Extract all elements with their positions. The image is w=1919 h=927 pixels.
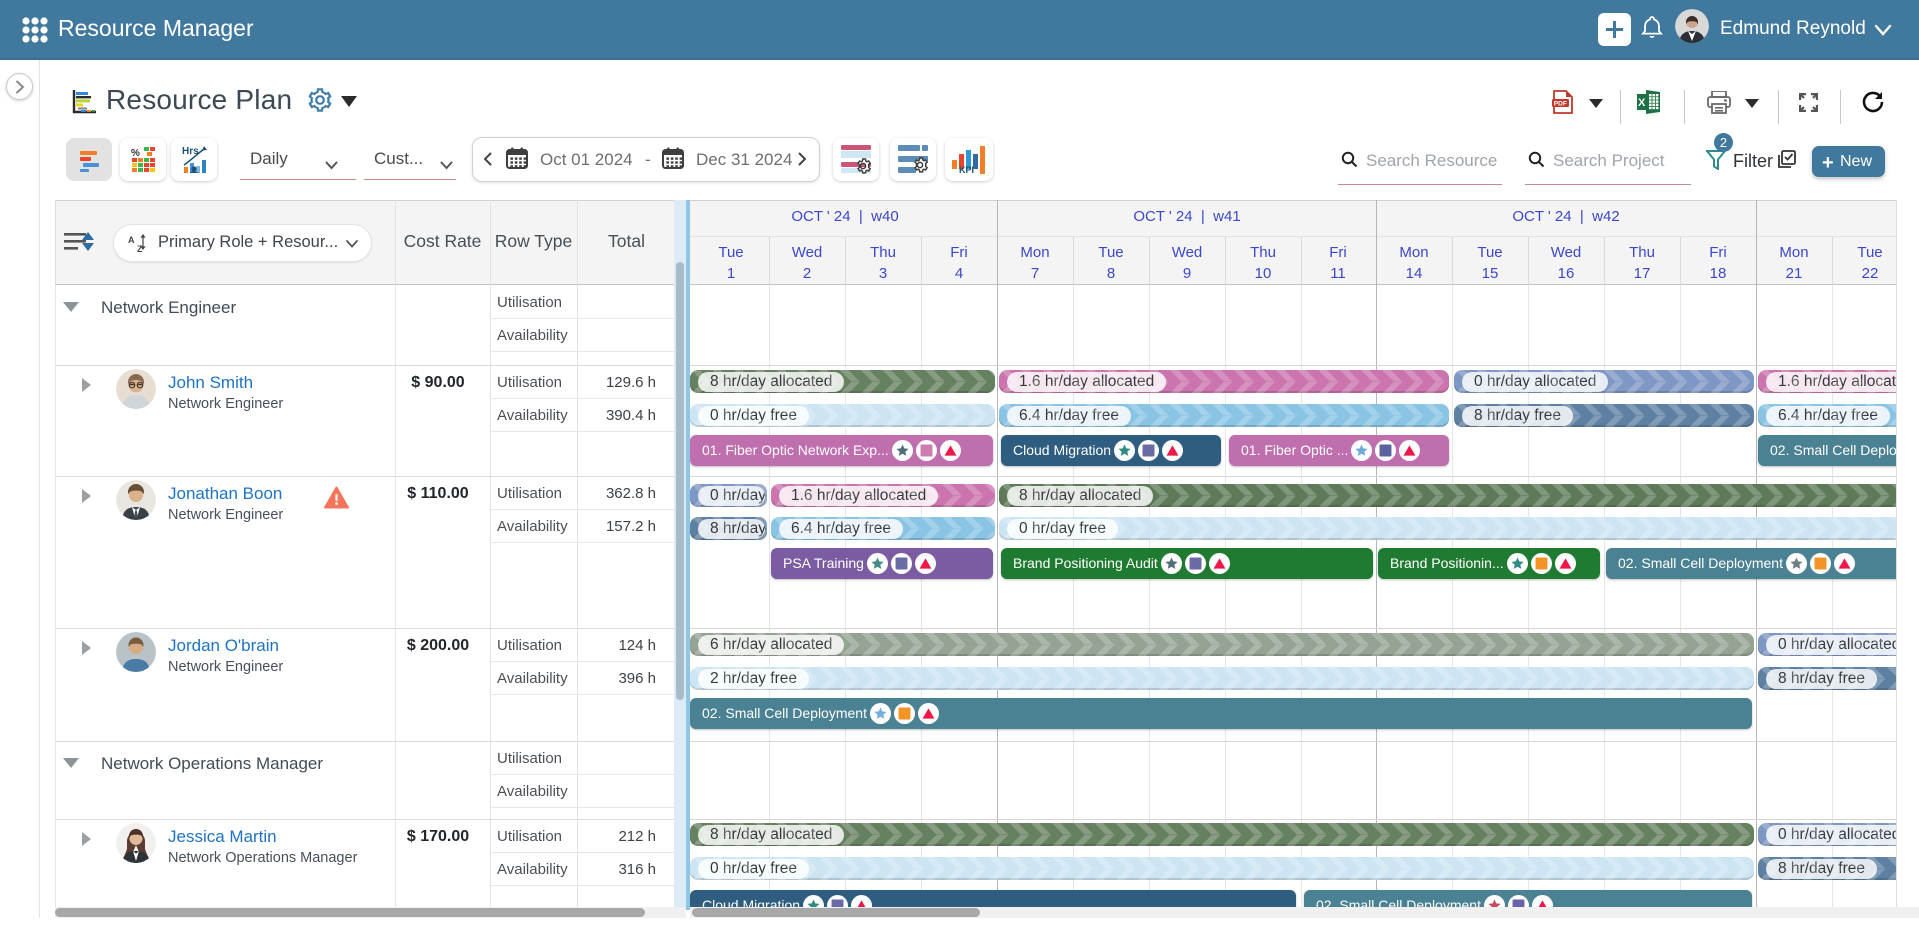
svg-text:A: A xyxy=(128,235,135,245)
svg-text:X: X xyxy=(1638,97,1646,109)
svg-text:Z: Z xyxy=(137,244,143,254)
svg-text:PDF: PDF xyxy=(1554,101,1567,108)
svg-text:KPI: KPI xyxy=(959,165,974,174)
svg-text:%: % xyxy=(131,148,140,159)
